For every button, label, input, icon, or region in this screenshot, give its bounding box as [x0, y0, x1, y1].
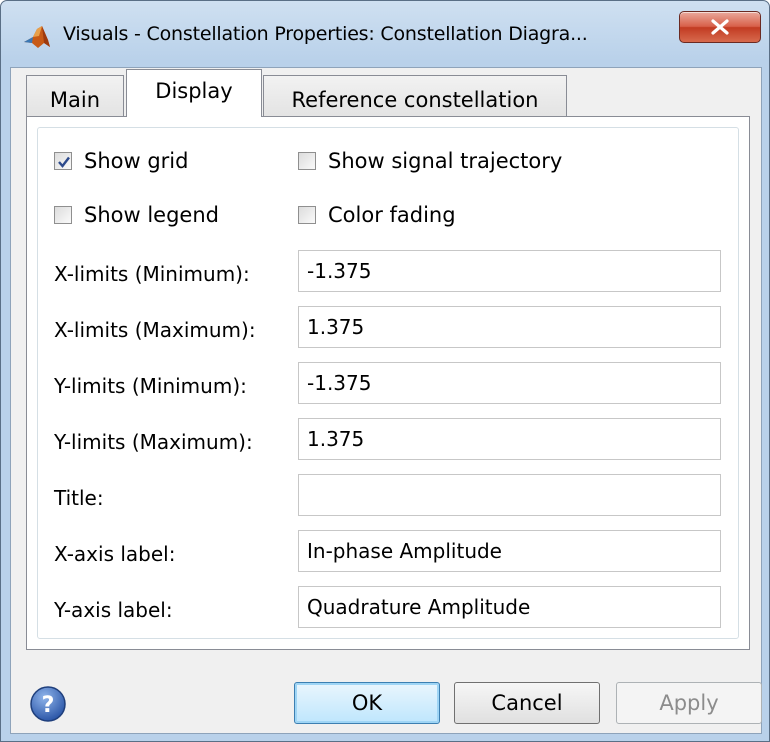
show-legend-checkbox[interactable]: Show legend	[54, 203, 219, 227]
display-tab-panel: Show grid Show signal trajectory Show le…	[26, 116, 750, 650]
matlab-logo-icon	[24, 26, 50, 48]
dialog-client-area: Main Display Reference constellation Sho…	[10, 67, 762, 734]
color-fading-checkbox[interactable]: Color fading	[298, 203, 456, 227]
ylim-min-field[interactable]	[298, 362, 721, 404]
svg-text:?: ?	[42, 693, 55, 718]
xlim-min-field[interactable]	[298, 250, 721, 292]
cancel-button[interactable]: Cancel	[454, 682, 600, 724]
ylim-max-label: Y-limits (Maximum):	[54, 430, 253, 454]
yaxis-label-field[interactable]	[298, 586, 721, 628]
xaxis-label-field[interactable]	[298, 530, 721, 572]
close-button[interactable]	[679, 11, 761, 43]
yaxis-label-label: Y-axis label:	[54, 598, 173, 622]
tab-reference-constellation[interactable]: Reference constellation	[263, 75, 567, 117]
show-signal-trajectory-label: Show signal trajectory	[328, 149, 563, 173]
title-bar[interactable]: Visuals - Constellation Properties: Cons…	[1, 1, 769, 75]
title-label: Title:	[54, 486, 104, 510]
checkbox-box[interactable]	[298, 152, 316, 170]
help-icon[interactable]: ?	[29, 685, 67, 723]
show-legend-label: Show legend	[84, 203, 219, 227]
tab-main[interactable]: Main	[26, 75, 124, 117]
window-title: Visuals - Constellation Properties: Cons…	[63, 23, 588, 45]
tab-display[interactable]: Display	[126, 69, 262, 117]
color-fading-label: Color fading	[328, 203, 456, 227]
show-signal-trajectory-checkbox[interactable]: Show signal trajectory	[298, 149, 562, 173]
xlim-max-label: X-limits (Maximum):	[54, 318, 256, 342]
checkmark-icon	[58, 156, 70, 168]
ok-button[interactable]: OK	[294, 682, 440, 724]
ylim-max-field[interactable]	[298, 418, 721, 460]
apply-button[interactable]: Apply	[616, 682, 762, 724]
checkbox-box[interactable]	[54, 206, 72, 224]
close-icon	[711, 19, 729, 35]
ylim-min-label: Y-limits (Minimum):	[54, 374, 247, 398]
dialog-window: Visuals - Constellation Properties: Cons…	[0, 0, 770, 742]
xaxis-label-label: X-axis label:	[54, 542, 176, 566]
show-grid-label: Show grid	[84, 149, 189, 173]
show-grid-checkbox[interactable]: Show grid	[54, 149, 188, 173]
title-field[interactable]	[298, 474, 721, 516]
display-options-group: Show grid Show signal trajectory Show le…	[37, 127, 739, 639]
checkbox-box[interactable]	[54, 152, 72, 170]
xlim-max-field[interactable]	[298, 306, 721, 348]
checkbox-box[interactable]	[298, 206, 316, 224]
xlim-min-label: X-limits (Minimum):	[54, 262, 250, 286]
